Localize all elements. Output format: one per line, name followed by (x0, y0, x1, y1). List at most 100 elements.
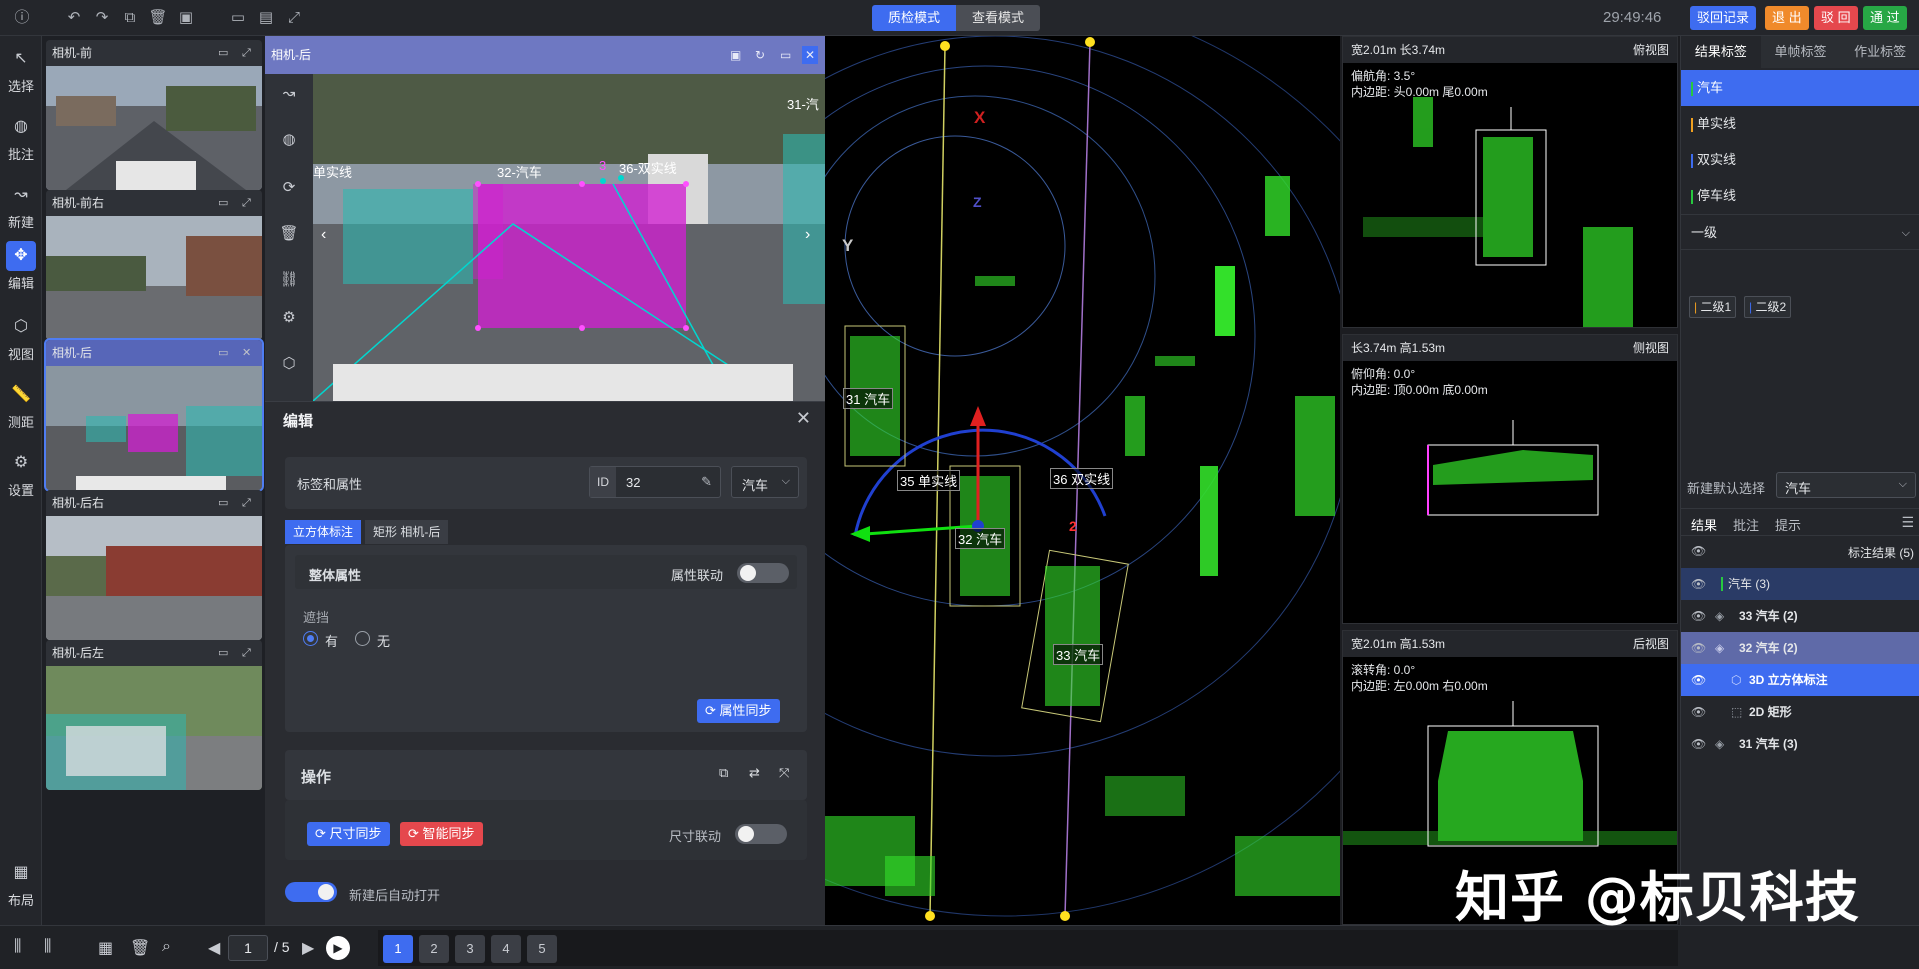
frame-button[interactable]: 5 (527, 935, 557, 963)
label-item-stop-line[interactable]: 停车线 (1681, 178, 1919, 214)
line-label-36[interactable]: 36 双实线 (1050, 468, 1114, 489)
result-item-32-rect[interactable]: 👁 ⬚ 2D 矩形 (1681, 696, 1919, 728)
expand-icon[interactable]: ⤢ (242, 640, 251, 666)
size-link-toggle[interactable] (735, 824, 787, 844)
copy-icon[interactable]: ⧉ (719, 765, 728, 781)
smart-sync-button[interactable]: ⟳ 智能同步 (400, 822, 483, 846)
box-label-32[interactable]: 32 汽车 (955, 528, 1006, 549)
view-mode-button[interactable]: 查看模式 (956, 5, 1041, 31)
video-icon[interactable]: ▭ (218, 640, 228, 666)
refresh-icon[interactable]: ⟳ (279, 178, 299, 196)
screenshot-icon[interactable]: ▣ (730, 36, 741, 74)
tool-select[interactable]: ↖ 选择 (0, 44, 42, 95)
tab-rect[interactable]: 矩形 相机-后 (365, 520, 449, 544)
tool-settings[interactable]: ⚙ 设置 (0, 448, 42, 499)
play-icon[interactable]: ▶ (326, 936, 350, 960)
level1-group[interactable]: 一级 ⌵ (1681, 214, 1919, 250)
edit-pencil-icon[interactable]: ✎ (701, 474, 712, 490)
info-icon[interactable]: ⓘ (12, 8, 32, 28)
camera-thumb-front[interactable]: 相机-前 ▭ ⤢ (46, 40, 262, 190)
attr-sync-button[interactable]: ⟳ 属性同步 (697, 699, 780, 723)
tab-comments[interactable]: 批注 (1733, 515, 1759, 534)
size-sync-button[interactable]: ⟳ 尺寸同步 (307, 822, 390, 846)
label-item-double-line[interactable]: 双实线 (1681, 142, 1919, 178)
frame-button[interactable]: 3 (455, 935, 485, 963)
occlusion-yes-radio[interactable] (303, 631, 318, 646)
tool-view[interactable]: ⬡ 视图 (0, 312, 42, 363)
video-icon[interactable]: ▭ (218, 340, 228, 366)
box-label-33[interactable]: 33 汽车 (1053, 644, 1104, 665)
prev-image-icon[interactable]: ‹ (321, 226, 326, 244)
eye-icon[interactable]: 👁 (1691, 568, 1706, 600)
category-select[interactable]: 汽车 ⌵ (731, 466, 799, 498)
result-group-car[interactable]: 👁 汽车 (3) (1681, 568, 1919, 600)
id-value[interactable]: 32 (626, 475, 640, 490)
side-view[interactable]: 长3.74m 高1.53m 侧视图 俯仰角: 0.0° 内边距: 顶0.00m 底… (1342, 334, 1678, 624)
tool-edit[interactable]: ✥ 编辑 (0, 241, 42, 292)
tab-job-labels[interactable]: 作业标签 (1840, 36, 1919, 68)
result-item-32-cuboid[interactable]: 👁 ⬡ 3D 立方体标注 (1681, 664, 1919, 696)
tool-measure[interactable]: 📏 测距 (0, 380, 42, 431)
camera-thumb-rear-right[interactable]: 相机-后右 ▭ ⤢ (46, 490, 262, 640)
eye-icon[interactable]: 👁 (1691, 728, 1706, 760)
eye-icon[interactable]: 👁 (1691, 544, 1706, 558)
delete-icon[interactable]: 🗑 (148, 8, 168, 28)
flip-icon[interactable]: ⇄ (749, 765, 760, 781)
tab-results[interactable]: 结果 (1691, 515, 1717, 534)
qc-mode-button[interactable]: 质检模式 (872, 5, 957, 31)
exit-button[interactable]: 退 出 (1765, 6, 1809, 30)
copy-icon[interactable]: ⧉ (120, 8, 140, 28)
point-cloud-view[interactable]: X Y Z 31 汽车 32 汽车 33 汽车 35 单实线 36 双实线 2 (825, 36, 1340, 925)
box-label-31[interactable]: 31 汽车 (843, 388, 894, 409)
auto-open-toggle[interactable] (285, 882, 337, 902)
tool-annotate[interactable]: ◍ 批注 (0, 112, 42, 163)
cube-icon[interactable]: ⬡ (279, 354, 299, 372)
result-item-31[interactable]: 👁 ◈ 31 汽车 (3) (1681, 728, 1919, 760)
expand-icon[interactable]: ⤢ (242, 490, 251, 516)
collapse-icon[interactable]: ✕ (242, 340, 251, 366)
collapse-icon[interactable]: ✕ (802, 46, 819, 64)
point-marker-label[interactable]: 2 (1069, 518, 1077, 534)
reject-log-button[interactable]: 驳回记录 (1690, 6, 1757, 30)
label-item-car[interactable]: 汽车 (1681, 70, 1919, 106)
id-field[interactable]: ID 32 ✎ (589, 466, 721, 498)
video-icon[interactable]: ▭ (218, 490, 228, 516)
label-item-single-line[interactable]: 单实线 (1681, 106, 1919, 142)
delete-icon[interactable]: 🗑 (130, 938, 150, 958)
grid-icon[interactable]: ▦ (98, 938, 113, 958)
line-label-35[interactable]: 35 单实线 (897, 470, 961, 491)
result-item-33[interactable]: 👁 ◈ 33 汽车 (2) (1681, 600, 1919, 632)
delete-icon[interactable]: 🗑 (279, 224, 299, 242)
refresh-icon[interactable]: ↻ (755, 36, 765, 74)
expand-icon[interactable]: ⤢ (242, 40, 251, 66)
fullscreen-icon[interactable]: ⤢ (284, 8, 304, 28)
default-select[interactable]: 汽车 ⌵ (1776, 472, 1916, 498)
search-icon[interactable]: ⌕ (162, 938, 171, 956)
eye-icon[interactable]: 👁 (1691, 600, 1706, 632)
close-icon[interactable]: ✕ (796, 408, 811, 429)
tool-layout[interactable]: ▦ 布局 (0, 858, 42, 909)
chart-bars-alt-icon[interactable]: ⫼ (44, 938, 51, 956)
occlusion-no-radio[interactable] (355, 631, 370, 646)
undo-icon[interactable]: ↶ (64, 8, 84, 28)
video-icon[interactable]: ▭ (780, 36, 791, 74)
camera-thumb-rear[interactable]: 相机-后 ▭ ✕ (44, 338, 264, 492)
chip-level2-2[interactable]: | 二级2 (1744, 296, 1792, 318)
document-icon[interactable]: ▤ (256, 8, 276, 28)
frame-button[interactable]: 2 (419, 935, 449, 963)
fit-icon[interactable]: ⤧ (779, 765, 789, 781)
comment-icon[interactable]: ▭ (228, 8, 248, 28)
annotate-icon[interactable]: ◍ (279, 130, 299, 148)
next-page-icon[interactable]: ▶ (302, 938, 314, 958)
attr-link-toggle[interactable] (737, 563, 789, 583)
camera-thumb-rear-left[interactable]: 相机-后左 ▭ ⤢ (46, 640, 262, 790)
save-icon[interactable]: ▣ (176, 8, 196, 28)
gear-icon[interactable]: ⚙ (279, 308, 299, 326)
frame-button[interactable]: 1 (383, 935, 413, 963)
next-image-icon[interactable]: › (805, 226, 810, 244)
polyline-icon[interactable]: ↝ (279, 84, 299, 102)
frame-button[interactable]: 4 (491, 935, 521, 963)
redo-icon[interactable]: ↷ (92, 8, 112, 28)
prev-page-icon[interactable]: ◀ (208, 938, 220, 958)
expand-icon[interactable]: ⤢ (242, 190, 251, 216)
